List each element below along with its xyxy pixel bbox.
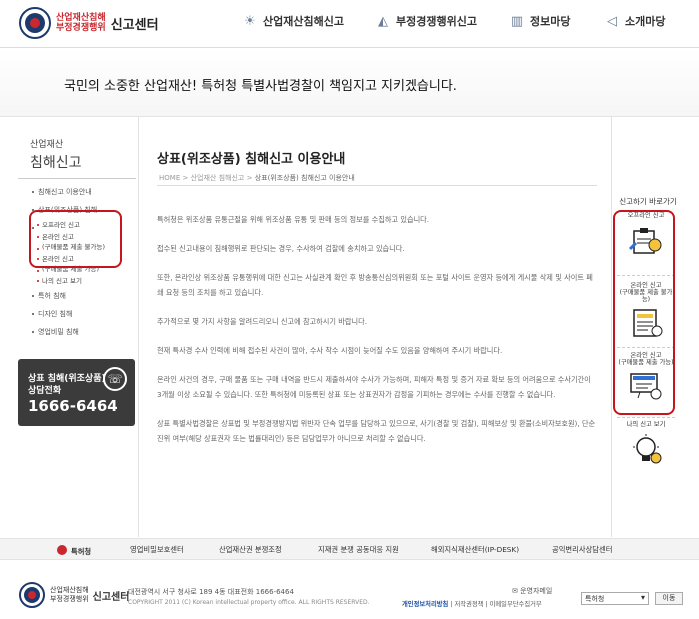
- logo-title: 신고센터: [110, 17, 159, 33]
- footer-link-dispute[interactable]: 산업재산권 분쟁조정: [219, 545, 282, 555]
- sidebar-sub-my-reports[interactable]: 나의 신고 보기: [18, 275, 136, 287]
- footer-link-ip-desk[interactable]: 해외지식재산센터(IP-DESK): [431, 545, 519, 555]
- logo-text: 산업재산침해 부정경쟁행위: [56, 13, 106, 33]
- paragraph: 상표 특별사법경찰은 상표법 및 부정경쟁방지법 위반자 단속 업무를 담당하고…: [157, 419, 596, 443]
- divider: [138, 117, 139, 537]
- nav-item-info[interactable]: ▥ 정보마당: [510, 13, 571, 29]
- nav-item-infringement[interactable]: ☀ 산업재산침해신고: [243, 13, 344, 29]
- shortcut-my-reports[interactable]: 나의 신고 보기: [617, 421, 675, 477]
- hotline-subtitle: 상담전화: [28, 386, 62, 396]
- paragraph: 특허청은 위조상품 유통근절을 위해 위조상품 유통 및 판매 등의 정보를 수…: [157, 215, 430, 224]
- privacy-policy-link[interactable]: 개인정보처리방침: [402, 601, 448, 608]
- copyright-policy-link[interactable]: 저작권정책: [454, 601, 483, 608]
- footer-address: 대전광역시 서구 청사로 189 4동 대표전화 1666-6464: [128, 588, 294, 596]
- breadcrumb: HOME > 산업재산 침해신고 > 상표(위조상품) 침해신고 이용안내: [159, 173, 355, 183]
- megaphone-icon: ☀: [244, 13, 256, 29]
- go-button[interactable]: 이동: [655, 592, 683, 605]
- breadcrumb-home[interactable]: HOME: [159, 174, 180, 182]
- nav-label: 소개마당: [625, 15, 666, 28]
- nav-item-unfair-competition[interactable]: ◭ 부정경쟁행위신고: [376, 13, 477, 29]
- shortcut-panel: 신고하기 바로가기 오프라인 신고 온라인 신고 (구매물품 제출 불가능) 온…: [613, 196, 683, 464]
- paragraph: 현재 특사경 수사 인력에 비해 접수된 사건이 많아, 수사 착수 시점이 늦…: [157, 346, 503, 355]
- sidebar-title: 침해신고: [30, 155, 82, 171]
- shortcut-heading: 신고하기 바로가기: [619, 197, 677, 206]
- banner-slogan: 국민의 소중한 산업재산! 특허청 특별사법경찰이 책임지고 지키겠습니다.: [64, 79, 457, 94]
- footer-link-kipo[interactable]: 특허청: [57, 545, 91, 557]
- email-policy-link[interactable]: 이메일무단수집거부: [490, 601, 542, 608]
- footer-link-joint-response[interactable]: 지재권 분쟁 공동대응 지원: [318, 545, 399, 555]
- nav-label: 산업재산침해신고: [263, 15, 344, 28]
- monitor-icon: ◭: [378, 13, 388, 29]
- phone-icon: ☏: [103, 367, 127, 391]
- emblem-icon: [19, 582, 45, 608]
- emblem-icon: [19, 7, 51, 39]
- speaker-icon: ◁: [607, 13, 617, 29]
- logo-line1: 산업재산침해: [56, 13, 106, 23]
- breadcrumb-current: 상표(위조상품) 침해신고 이용안내: [254, 174, 355, 182]
- nav-item-about[interactable]: ◁ 소개마당: [605, 13, 665, 29]
- footer-policies: 개인정보처리방침 | 저작권정책 | 이메일무단수집거부: [402, 601, 542, 608]
- guide-text: 특허청은 위조상품 유통근절을 위해 위조상품 유통 및 판매 등의 정보를 수…: [157, 212, 597, 460]
- paragraph: 접수된 신고내용이 침해행위로 판단되는 경우, 수사하여 검찰에 송치하고 있…: [157, 244, 405, 253]
- divider: [18, 178, 136, 179]
- divider: [157, 185, 597, 186]
- footer-logo-line1: 산업재산침해: [50, 586, 89, 594]
- site-header: 산업재산침해 부정경쟁행위 신고센터 ☀ 산업재산침해신고 ◭ 부정경쟁행위신고…: [0, 0, 699, 48]
- operator-mail-link[interactable]: ✉ 운영자메일: [512, 586, 552, 596]
- sidebar-item-trade-secret[interactable]: 영업비밀 침해: [18, 323, 136, 341]
- sidebar-small-title: 산업재산: [30, 140, 64, 150]
- kipo-logo-icon: [57, 545, 67, 555]
- paragraph: 또한, 온라인상 위조상품 유통행위에 대한 신고는 사실관계 확인 후 방송통…: [157, 273, 593, 297]
- nav-label: 정보마당: [530, 15, 571, 28]
- lightbulb-icon: [628, 432, 664, 464]
- divider: [611, 117, 612, 537]
- highlight-box: [29, 210, 122, 268]
- footer-logo-line2: 부정경쟁행위: [50, 595, 89, 603]
- sidebar-item-design[interactable]: 디자인 침해: [18, 305, 136, 323]
- paragraph: 추가적으로 몇 가지 사항을 알려드리오니 신고에 참고하시기 바랍니다.: [157, 317, 368, 326]
- logo-line2: 부정경쟁행위: [56, 23, 106, 33]
- breadcrumb-level1[interactable]: 산업재산 침해신고: [191, 174, 245, 182]
- sidebar-item-guide[interactable]: 침해신고 이용안내: [18, 183, 136, 201]
- highlight-box: [613, 210, 675, 415]
- family-site-select[interactable]: 특허청: [581, 592, 649, 605]
- hero-banner: 국민의 소중한 산업재산! 특허청 특별사법경찰이 책임지고 지키겠습니다.: [0, 49, 699, 117]
- footer-copyright: COPYRIGHT 2011 (C) Korean intellectual p…: [128, 599, 370, 606]
- footer-logo-title: 신고센터: [92, 591, 130, 603]
- breadcrumb-sep: >: [246, 174, 253, 182]
- shortcut-label: 나의 신고 보기: [626, 421, 666, 428]
- paragraph: 온라인 사건의 경우, 구매 물품 또는 구매 내역을 반드시 제출하셔야 수사…: [157, 375, 591, 399]
- footer-link-trade-secret[interactable]: 영업비밀보호센터: [130, 545, 184, 555]
- site-logo[interactable]: 산업재산침해 부정경쟁행위 신고센터: [19, 7, 159, 39]
- building-icon: ▥: [510, 13, 524, 29]
- hotline-box: 상표 침해(위조상품) 상담전화 1666-6464 ☏: [18, 359, 135, 426]
- breadcrumb-sep: >: [182, 174, 189, 182]
- related-sites-bar: 특허청 영업비밀보호센터 산업재산권 분쟁조정 지재권 분쟁 공동대응 지원 해…: [0, 538, 699, 560]
- footer-logo: 산업재산침해 부정경쟁행위 신고센터: [19, 582, 129, 608]
- footer-link-public-attorney[interactable]: 공익변리사상담센터: [552, 545, 612, 555]
- page-title: 상표(위조상품) 침해신고 이용안내: [157, 152, 346, 167]
- hotline-number: 1666-6464: [28, 397, 118, 415]
- main-content: 상표(위조상품) 침해신고 이용안내 HOME > 산업재산 침해신고 > 상표…: [157, 148, 597, 443]
- nav-label: 부정경쟁행위신고: [396, 15, 477, 28]
- footer-logo-text: 산업재산침해 부정경쟁행위: [50, 586, 89, 604]
- site-footer: 산업재산침해 부정경쟁행위 신고센터 대전광역시 서구 청사로 189 4동 대…: [0, 572, 699, 619]
- sidebar-item-patent[interactable]: 특허 침해: [18, 287, 136, 305]
- mail-icon: ✉: [512, 587, 521, 595]
